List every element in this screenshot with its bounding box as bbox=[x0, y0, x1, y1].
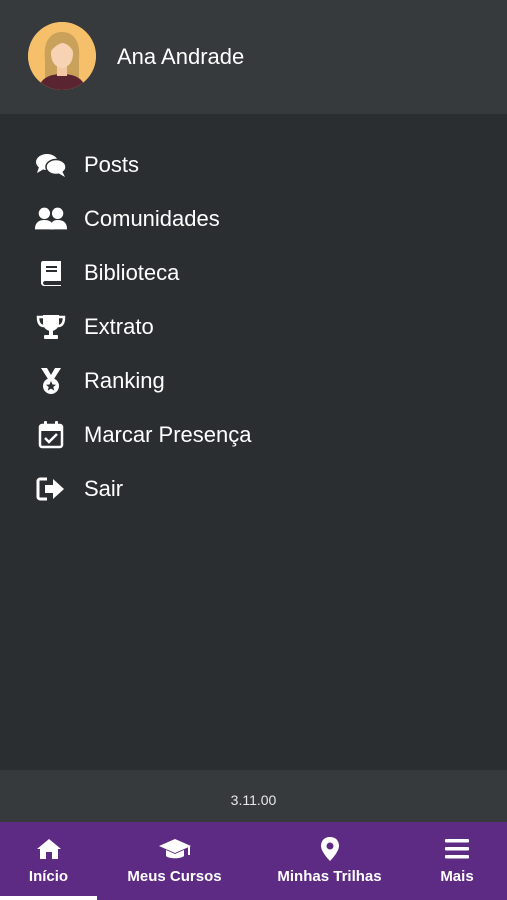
menu-item-sair[interactable]: Sair bbox=[0, 462, 507, 516]
menu-item-label: Biblioteca bbox=[84, 260, 180, 285]
menu-item-label: Ranking bbox=[84, 368, 165, 393]
users-icon bbox=[34, 205, 68, 233]
trophy-icon bbox=[34, 313, 68, 341]
nav-label: Mais bbox=[440, 868, 474, 885]
menu-item-extrato[interactable]: Extrato bbox=[0, 300, 507, 354]
nav-label: Meus Cursos bbox=[127, 868, 222, 885]
nav-label: Início bbox=[28, 868, 69, 885]
drawer-menu: Posts Comunidades Biblioteca Extrato Ran… bbox=[0, 138, 507, 516]
menu-item-posts[interactable]: Posts bbox=[0, 138, 507, 192]
medal-icon bbox=[34, 367, 68, 395]
menu-item-biblioteca[interactable]: Biblioteca bbox=[0, 246, 507, 300]
menu-item-marcar-presenca[interactable]: Marcar Presença bbox=[0, 408, 507, 462]
menu-item-label: Comunidades bbox=[84, 206, 220, 231]
nav-item-inicio[interactable]: Início bbox=[0, 822, 97, 900]
drawer-header: Ana Andrade bbox=[0, 0, 507, 114]
nav-item-mais[interactable]: Mais bbox=[407, 822, 507, 900]
comments-icon bbox=[34, 151, 68, 179]
home-icon bbox=[35, 836, 63, 862]
user-name: Ana Andrade bbox=[117, 44, 245, 69]
app-version: 3.11.00 bbox=[230, 792, 277, 808]
nav-item-minhas-trilhas[interactable]: Minhas Trilhas bbox=[252, 822, 407, 900]
nav-item-meus-cursos[interactable]: Meus Cursos bbox=[97, 822, 252, 900]
sign-out-icon bbox=[34, 475, 68, 503]
menu-item-label: Posts bbox=[84, 152, 140, 177]
menu-icon bbox=[444, 836, 470, 862]
active-indicator bbox=[0, 896, 97, 900]
menu-item-comunidades[interactable]: Comunidades bbox=[0, 192, 507, 246]
menu-item-ranking[interactable]: Ranking bbox=[0, 354, 507, 408]
menu-item-label: Marcar Presença bbox=[84, 422, 252, 447]
bottom-nav: Início Meus Cursos Minhas Trilhas Mais bbox=[0, 822, 507, 900]
book-icon bbox=[34, 259, 68, 287]
menu-item-label: Sair bbox=[84, 476, 124, 501]
calendar-check-icon bbox=[34, 421, 68, 449]
graduation-cap-icon bbox=[158, 836, 192, 862]
version-bar: 3.11.00 bbox=[0, 770, 507, 822]
menu-item-label: Extrato bbox=[84, 314, 154, 339]
map-marker-icon bbox=[319, 836, 341, 862]
nav-label: Minhas Trilhas bbox=[277, 868, 382, 885]
avatar[interactable] bbox=[28, 22, 96, 90]
